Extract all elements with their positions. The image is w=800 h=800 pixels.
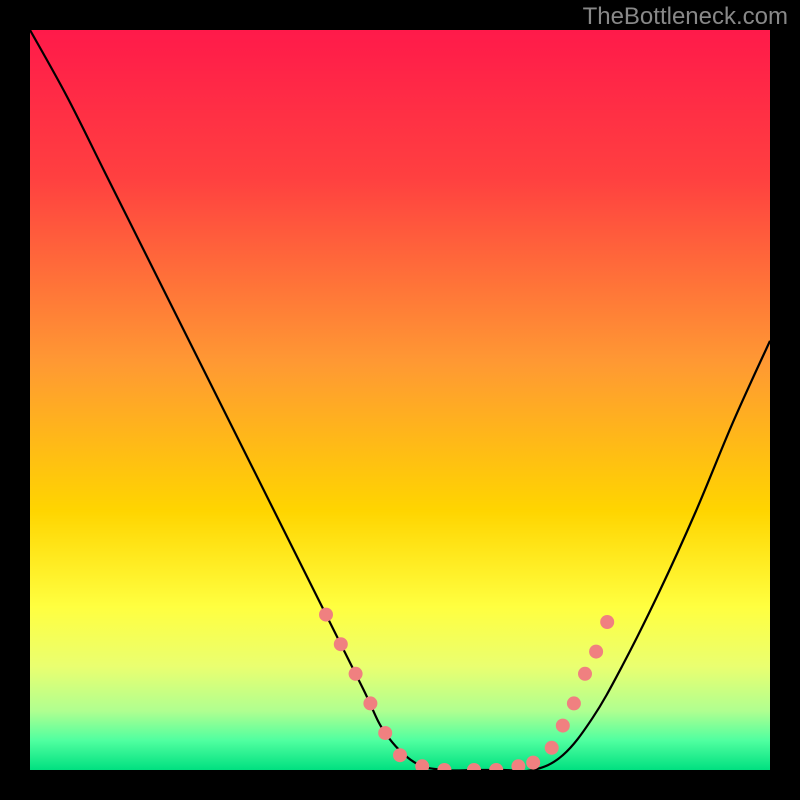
chart-svg	[30, 30, 770, 770]
highlight-point	[600, 615, 614, 629]
gradient-background	[30, 30, 770, 770]
chart-plot-area	[30, 30, 770, 770]
highlight-point	[526, 756, 540, 770]
watermark-text: TheBottleneck.com	[583, 3, 788, 31]
highlight-point	[393, 748, 407, 762]
highlight-point	[556, 719, 570, 733]
highlight-point	[567, 696, 581, 710]
highlight-point	[545, 741, 559, 755]
highlight-point	[363, 696, 377, 710]
highlight-point	[349, 667, 363, 681]
highlight-point	[578, 667, 592, 681]
highlight-point	[378, 726, 392, 740]
highlight-point	[334, 637, 348, 651]
highlight-point	[319, 608, 333, 622]
highlight-point	[589, 645, 603, 659]
